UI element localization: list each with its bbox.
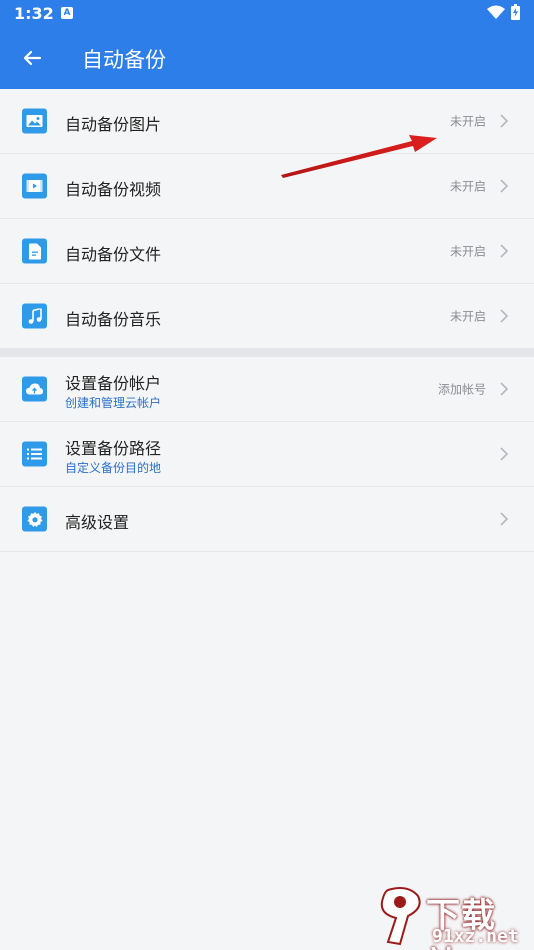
row-label: 自动备份图片 <box>65 115 162 134</box>
status-text: 添加帐号 <box>437 382 486 397</box>
site-watermark: 下载站 91xz.net <box>378 886 528 950</box>
row-backup-images[interactable]: 自动备份图片 未开启 <box>0 89 534 154</box>
video-icon <box>22 173 47 199</box>
image-icon <box>22 108 47 134</box>
status-text: 未开启 <box>449 114 486 129</box>
row-label: 自动备份文件 <box>65 245 162 264</box>
row-advanced-settings[interactable]: 高级设置 <box>0 487 534 552</box>
settings-list: 自动备份图片 未开启 自动备份视频 未开启 自动备份文件 未开启 自动备份音乐 <box>0 89 534 552</box>
backup-group: 自动备份图片 未开启 自动备份视频 未开启 自动备份文件 未开启 自动备份音乐 <box>0 89 534 349</box>
row-backup-account[interactable]: 设置备份帐户 创建和管理云帐户 添加帐号 <box>0 357 534 422</box>
row-label: 设置备份帐户 <box>65 374 162 393</box>
chevron-right-icon <box>500 179 509 193</box>
status-text: 未开启 <box>449 179 486 194</box>
status-icons <box>487 4 520 20</box>
section-divider <box>0 349 534 357</box>
row-sublabel: 自定义备份目的地 <box>65 461 162 475</box>
chevron-right-icon <box>500 382 509 396</box>
row-label: 高级设置 <box>65 513 130 532</box>
chevron-right-icon <box>500 309 509 323</box>
list-icon <box>22 441 47 467</box>
chevron-right-icon <box>500 512 509 526</box>
chevron-right-icon <box>500 447 509 461</box>
status-text: 未开启 <box>449 309 486 324</box>
gear-icon <box>22 506 47 532</box>
status-text: 未开启 <box>449 244 486 259</box>
row-sublabel: 创建和管理云帐户 <box>65 396 162 410</box>
cloud-icon <box>22 376 47 402</box>
row-backup-music[interactable]: 自动备份音乐 未开启 <box>0 284 534 349</box>
file-icon <box>22 238 47 264</box>
page-title: 自动备份 <box>82 48 166 72</box>
row-backup-videos[interactable]: 自动备份视频 未开启 <box>0 154 534 219</box>
settings-group: 设置备份帐户 创建和管理云帐户 添加帐号 设置备份路径 自定义备份目的地 高级设… <box>0 357 534 552</box>
music-icon <box>22 303 47 329</box>
chevron-right-icon <box>500 114 509 128</box>
row-backup-files[interactable]: 自动备份文件 未开启 <box>0 219 534 284</box>
watermark-logo-icon <box>380 887 421 946</box>
status-time: 1:32 <box>14 4 54 23</box>
battery-icon <box>511 4 520 20</box>
wifi-icon <box>487 5 505 19</box>
notification-icon: A <box>61 7 73 19</box>
watermark-url: 91xz.net <box>432 926 519 947</box>
chevron-right-icon <box>500 244 509 258</box>
back-arrow-icon[interactable] <box>18 44 46 72</box>
row-label: 自动备份视频 <box>65 180 162 199</box>
app-header: 1:32 A 自动备份 <box>0 0 534 89</box>
row-label: 自动备份音乐 <box>65 310 162 329</box>
row-backup-path[interactable]: 设置备份路径 自定义备份目的地 <box>0 422 534 487</box>
row-label: 设置备份路径 <box>65 439 162 458</box>
